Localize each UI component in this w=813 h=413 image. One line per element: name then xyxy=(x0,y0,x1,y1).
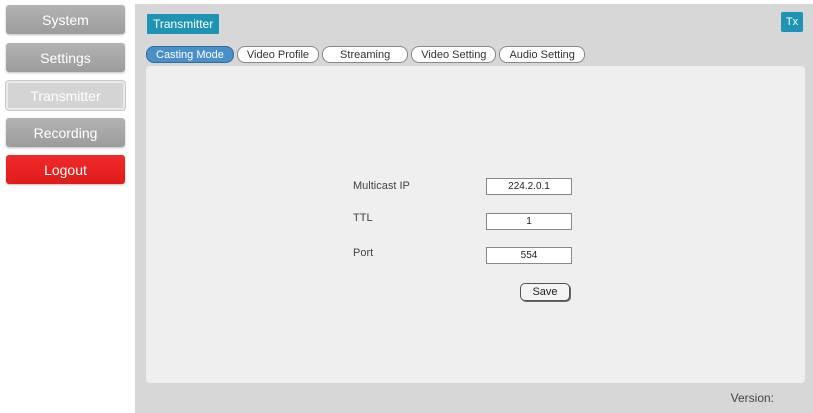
nav-transmitter-label: Transmitter xyxy=(30,87,101,104)
tab-audio-setting[interactable]: Audio Setting xyxy=(499,46,585,63)
port-label: Port xyxy=(353,247,374,259)
logout-button[interactable]: Logout xyxy=(6,155,125,184)
tab-streaming[interactable]: Streaming xyxy=(322,46,409,63)
main-panel: Transmitter Tx Casting Mode Video Profil… xyxy=(135,4,813,413)
ttl-input[interactable] xyxy=(486,213,572,230)
nav-system-label: System xyxy=(42,11,89,28)
multicast-ip-label: Multicast IP xyxy=(353,180,410,192)
version-label: Version: xyxy=(730,391,774,405)
tab-video-setting[interactable]: Video Setting xyxy=(411,46,497,63)
save-button[interactable]: Save xyxy=(520,283,570,301)
nav-recording-button[interactable]: Recording xyxy=(6,118,125,147)
tab-video-profile[interactable]: Video Profile xyxy=(236,46,320,63)
nav-settings-label: Settings xyxy=(40,49,91,66)
nav-transmitter-button[interactable]: Transmitter xyxy=(6,81,125,110)
page-title: Transmitter xyxy=(147,14,220,34)
tx-badge: Tx xyxy=(781,12,803,32)
casting-mode-panel: Multicast IP TTL Port Save xyxy=(146,66,805,383)
tab-casting-mode[interactable]: Casting Mode xyxy=(146,46,234,63)
sidebar: System Settings Transmitter Recording Lo… xyxy=(0,0,132,413)
logout-label: Logout xyxy=(44,161,87,178)
tab-bar: Casting Mode Video Profile Streaming Vid… xyxy=(146,46,588,63)
port-input[interactable] xyxy=(486,247,572,264)
nav-system-button[interactable]: System xyxy=(6,5,125,34)
nav-recording-label: Recording xyxy=(33,124,98,141)
nav-settings-button[interactable]: Settings xyxy=(6,43,125,72)
ttl-label: TTL xyxy=(353,212,373,224)
multicast-ip-input[interactable] xyxy=(486,178,572,195)
